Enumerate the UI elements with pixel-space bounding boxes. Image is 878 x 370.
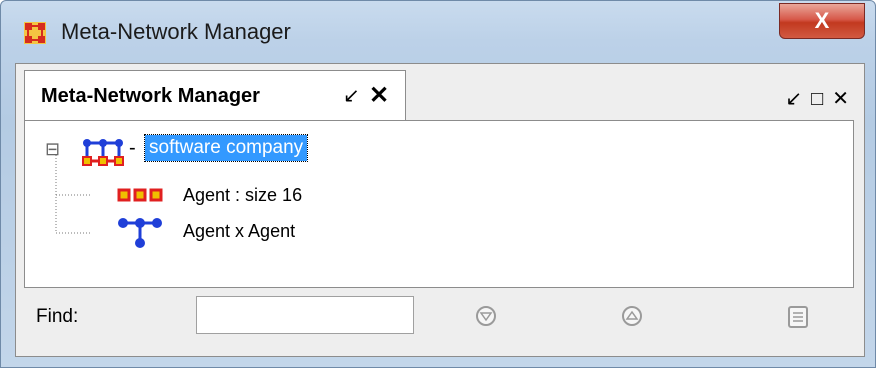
root-separator: -: [129, 137, 136, 159]
network-graph-icon: [118, 218, 162, 248]
tab-close-icon[interactable]: ✕: [369, 81, 389, 110]
find-next-button[interactable]: [476, 306, 496, 326]
panel-maximize-icon[interactable]: □: [811, 88, 826, 111]
meta-network-manager-window: Meta-Network Manager X Meta-Network Mana…: [0, 0, 876, 368]
window-close-button[interactable]: X: [779, 3, 865, 39]
tree-root-label[interactable]: software company: [143, 134, 309, 162]
panel-close-icon[interactable]: ✕: [832, 86, 852, 111]
meta-network-app-icon: [24, 22, 46, 44]
tree-item-agent-network[interactable]: Agent x Agent: [183, 221, 295, 242]
down-arrow-circle-icon: [479, 312, 493, 322]
find-label: Find:: [36, 306, 79, 327]
window-title: Meta-Network Manager: [61, 19, 291, 44]
title-bar[interactable]: Meta-Network Manager X: [1, 1, 875, 63]
agent-nodeset-icon: [117, 188, 163, 202]
meta-network-icon: [82, 139, 124, 166]
tab-meta-network-manager[interactable]: Meta-Network Manager ↙ ✕: [24, 70, 406, 120]
find-input[interactable]: [196, 296, 414, 334]
collapse-expander-icon[interactable]: ⊟: [45, 139, 60, 160]
up-arrow-circle-icon: [625, 310, 639, 320]
panel-restore-icon[interactable]: ↙: [785, 86, 805, 111]
find-bar: Find:: [24, 292, 854, 348]
list-icon: [793, 312, 803, 322]
manager-panel: Meta-Network Manager ↙ ✕ ↙ □ ✕ ⊟ - softw…: [15, 63, 865, 357]
tab-label: Meta-Network Manager: [41, 85, 260, 107]
meta-network-tree: ⊟ - software company Agent: size 16 Age…: [24, 120, 854, 288]
tab-restore-icon[interactable]: ↙: [343, 83, 360, 108]
find-list-button[interactable]: [788, 306, 808, 328]
panel-controls: ↙ □ ✕: [779, 86, 852, 111]
find-previous-button[interactable]: [622, 306, 642, 326]
tree-item-agent-nodeset[interactable]: Agent : size 16: [183, 185, 302, 206]
